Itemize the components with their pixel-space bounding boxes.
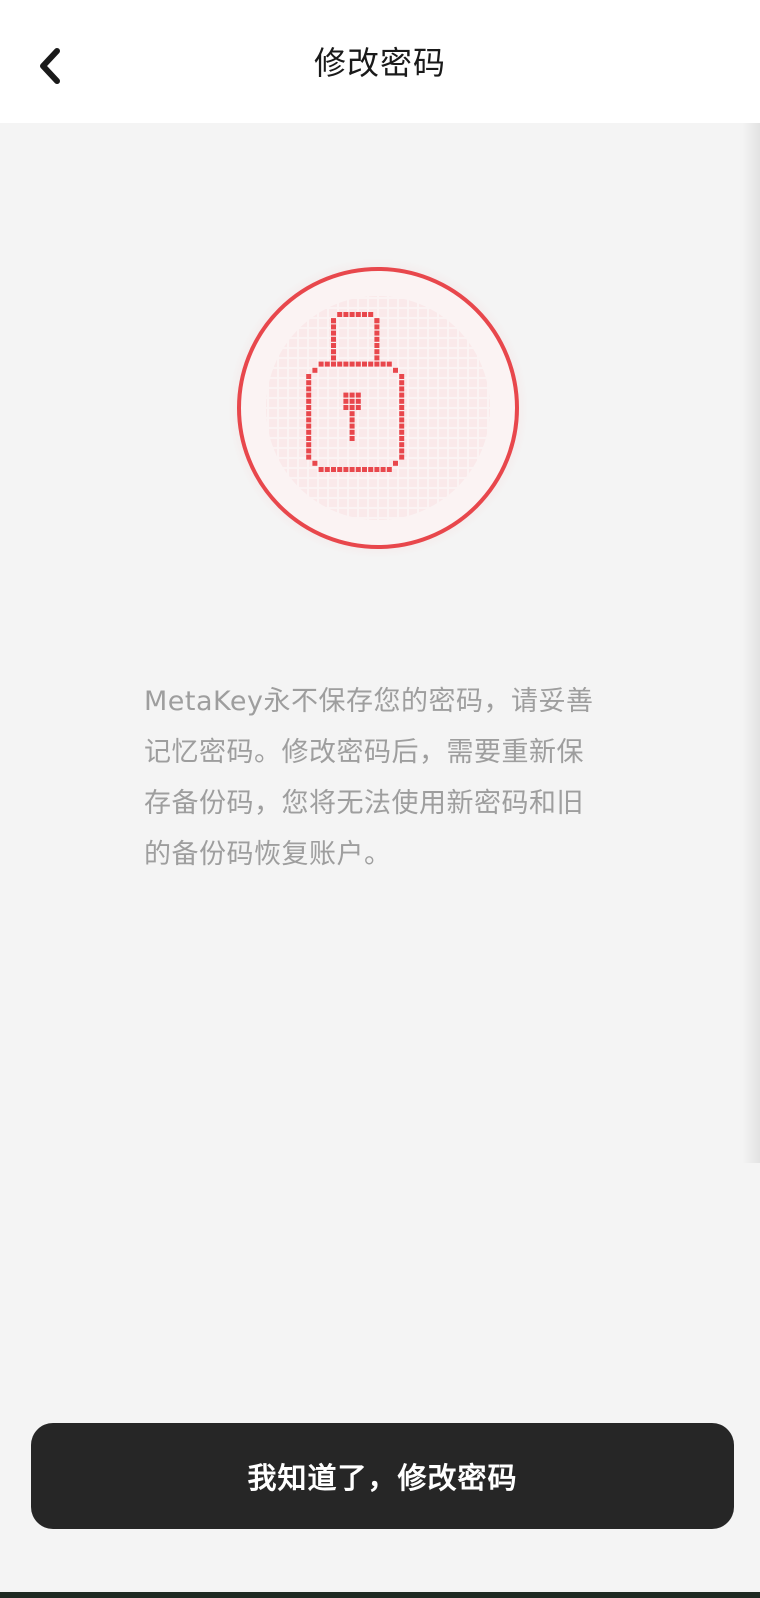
bottom-strip <box>0 1592 760 1598</box>
page-title: 修改密码 <box>313 44 446 82</box>
edge-shadow <box>742 123 760 1163</box>
description-line: 记忆密码。修改密码后，需要重新保 <box>144 737 584 768</box>
description-line: 的备份码恢复账户。 <box>144 839 392 870</box>
pixel-lock-icon <box>228 258 528 558</box>
lock-illustration <box>228 258 528 558</box>
warning-description: MetaKey永不保存您的密码，请妥善 记忆密码。修改密码后，需要重新保 存备份… <box>144 676 624 880</box>
header-bar: 修改密码 <box>0 0 760 123</box>
description-line: 存备份码，您将无法使用新密码和旧 <box>144 788 584 819</box>
description-line: MetaKey永不保存您的密码，请妥善 <box>144 686 594 717</box>
confirm-button-label: 我知道了，修改密码 <box>247 1461 518 1495</box>
confirm-change-password-button[interactable]: 我知道了，修改密码 <box>31 1423 734 1529</box>
